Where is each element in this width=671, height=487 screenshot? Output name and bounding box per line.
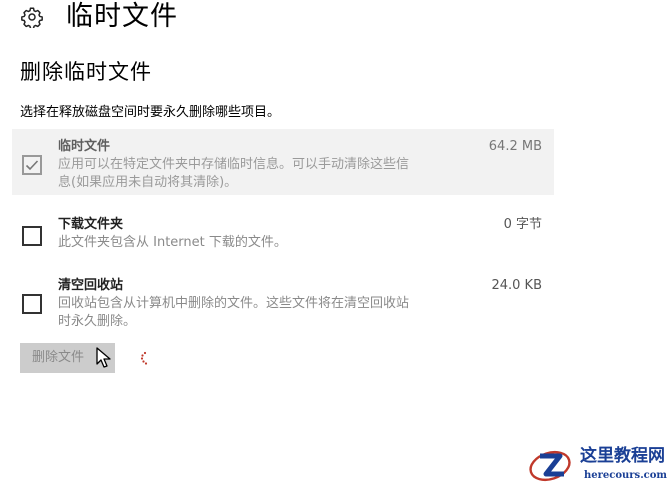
gear-icon <box>20 5 44 29</box>
loading-spinner-icon <box>139 350 149 365</box>
item-size: 64.2 MB <box>488 139 542 154</box>
item-description-line: 时永久删除。 <box>58 314 137 329</box>
item-size: 24.0 KB <box>491 278 542 293</box>
item-description-line: 应用可以在特定文件夹中存储临时信息。可以手动清除这些信 <box>58 157 410 172</box>
item-description-line: 息(如果应用未自动将其清除)。 <box>58 175 238 190</box>
item-size: 0 字节 <box>503 217 542 232</box>
section-description: 选择在释放磁盘空间时要永久删除哪些项目。 <box>20 105 281 120</box>
section-title: 删除临时文件 <box>20 60 152 84</box>
watermark-domain: herecours.com <box>584 470 668 481</box>
list-item-recycle-bin[interactable]: 清空回收站 24.0 KB 回收站包含从计算机中删除的文件。这些文件将在清空回收… <box>12 268 554 332</box>
downloads-folder-checkbox[interactable] <box>22 226 42 246</box>
list-item-downloads-folder[interactable]: 下载文件夹 0 字节 此文件夹包含从 Internet 下载的文件。 <box>12 207 554 256</box>
page-title: 临时文件 <box>66 1 178 32</box>
mouse-cursor-icon <box>96 347 112 373</box>
watermark-logo-icon <box>529 450 571 482</box>
temp-file-list: 临时文件 64.2 MB 应用可以在特定文件夹中存储临时信息。可以手动清除这些信… <box>12 129 554 344</box>
watermark: 这里教程网 herecours.com <box>524 442 671 487</box>
checkmark-icon <box>25 160 39 171</box>
temporary-files-checkbox[interactable] <box>22 155 42 175</box>
item-name: 临时文件 <box>58 139 111 154</box>
item-description-line: 回收站包含从计算机中删除的文件。这些文件将在清空回收站 <box>58 296 410 311</box>
item-name: 下载文件夹 <box>58 217 124 232</box>
watermark-title: 这里教程网 <box>580 446 665 466</box>
recycle-bin-checkbox[interactable] <box>22 294 42 314</box>
item-name: 清空回收站 <box>58 278 124 293</box>
page-header: 临时文件 <box>20 0 178 34</box>
list-item-temporary-files[interactable]: 临时文件 64.2 MB 应用可以在特定文件夹中存储临时信息。可以手动清除这些信… <box>12 129 554 195</box>
item-description-line: 此文件夹包含从 Internet 下载的文件。 <box>58 235 287 250</box>
